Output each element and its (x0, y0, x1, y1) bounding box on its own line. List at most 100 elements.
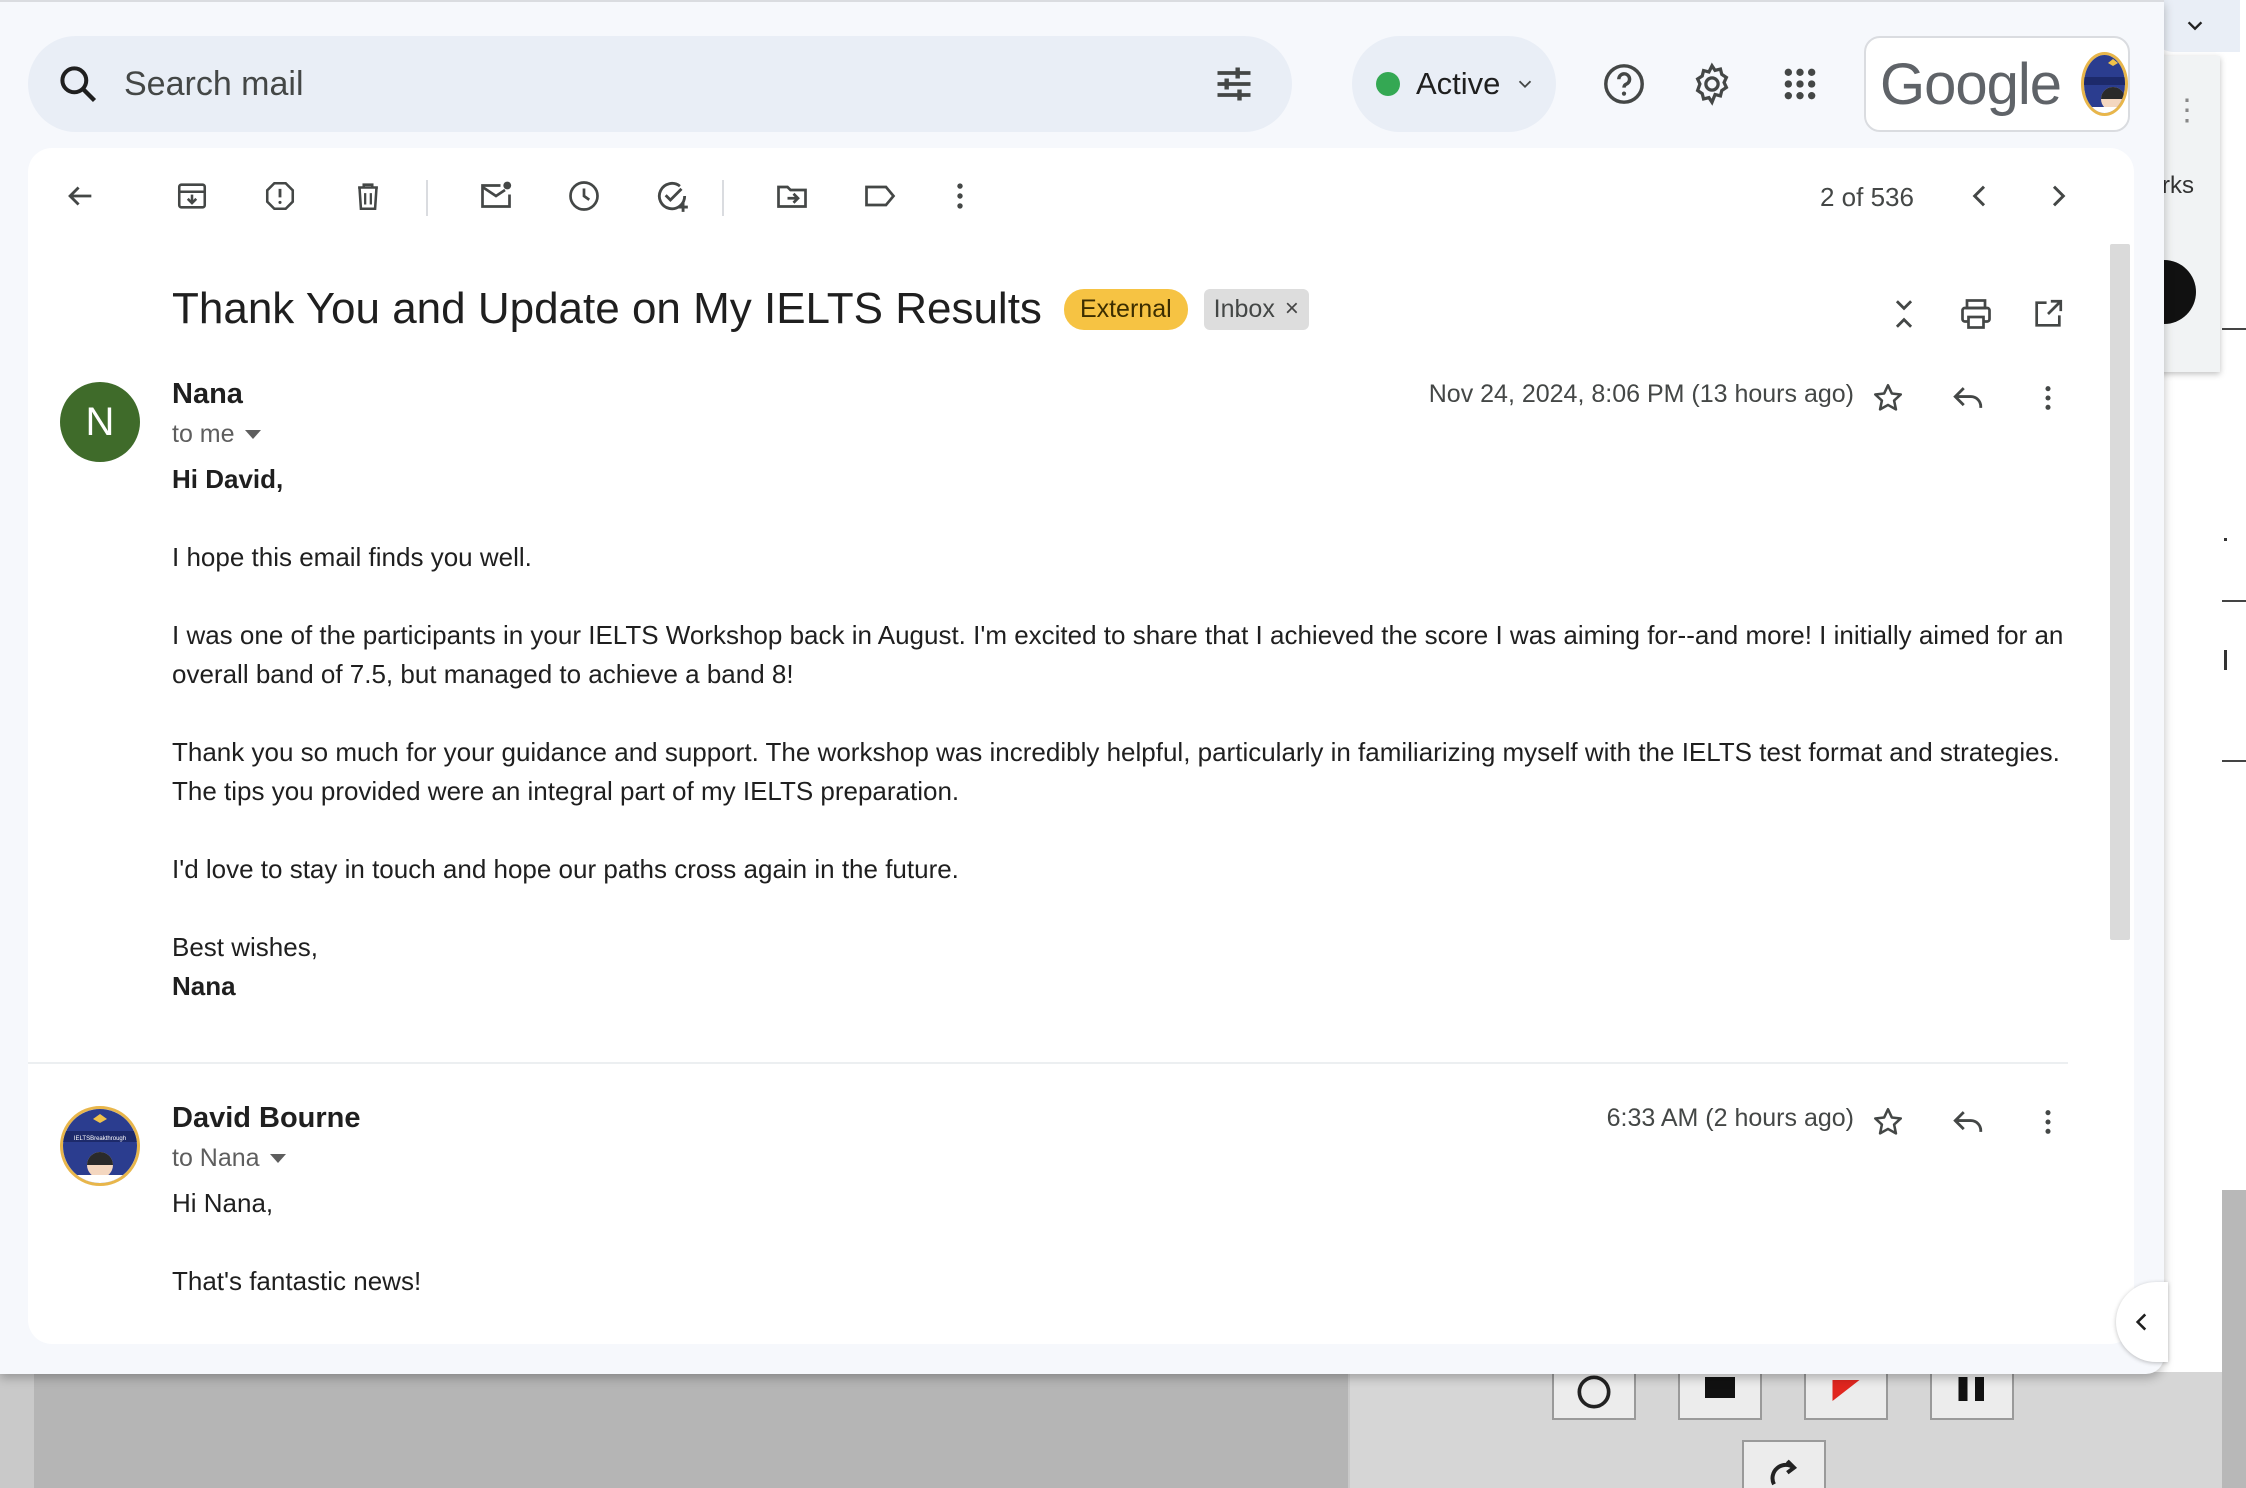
caret-down-icon[interactable] (269, 1154, 286, 1163)
message-divider (28, 1062, 2068, 1064)
body-paragraph: That's fantastic news! (172, 1266, 422, 1296)
chevron-down-icon (1519, 80, 1532, 89)
recipient-details[interactable]: to Nana (172, 1144, 286, 1173)
play-button[interactable] (1804, 1366, 1888, 1420)
collapse-all-button[interactable] (1878, 288, 1930, 340)
toolbar-divider (426, 180, 428, 216)
message-toolbar: 2 of 536 (28, 148, 2134, 244)
recipient-text: to Nana (172, 1144, 260, 1172)
pause-button[interactable] (1930, 1366, 2014, 1420)
move-to-button[interactable] (766, 170, 818, 222)
more-vert-icon (2045, 386, 2051, 410)
open-in-new-window-button[interactable] (2022, 288, 2074, 340)
recipient-details[interactable]: to me (172, 420, 261, 449)
sender-name[interactable]: Nana (172, 378, 243, 411)
greeting: Hi David, (172, 464, 284, 494)
message-more-button[interactable] (2022, 372, 2074, 424)
status-selector[interactable]: Active (1352, 36, 1556, 132)
add-task-icon (657, 181, 688, 212)
trash-icon (358, 183, 378, 211)
ielts-breakthrough-logo-icon: IELTSBreakthrough (63, 1109, 137, 1183)
back-arrow-icon (68, 186, 92, 206)
newer-button[interactable] (1954, 170, 2006, 222)
search-icon[interactable] (56, 62, 100, 106)
replay-10-icon (1577, 1375, 1611, 1409)
status-label: Active (1416, 66, 1501, 101)
status-dot (1376, 72, 1400, 96)
print-button[interactable] (1950, 288, 2002, 340)
mark-unread-icon (481, 181, 512, 208)
more-vert-icon (2045, 1110, 2051, 1134)
body-paragraph: I'd love to stay in touch and hope our p… (172, 854, 959, 884)
chevron-left-icon (2135, 1313, 2147, 1331)
search-input[interactable]: Search mail (124, 65, 1212, 104)
archive-button[interactable] (166, 170, 218, 222)
add-to-tasks-button[interactable] (646, 170, 698, 222)
move-to-folder-icon (777, 185, 807, 208)
sender-avatar[interactable]: N (60, 382, 140, 462)
star-icon (1873, 383, 1903, 411)
toolbar-divider (722, 180, 724, 216)
body-paragraph: Thank you so much for your guidance and … (172, 737, 2060, 806)
recipient-text: to me (172, 420, 235, 448)
forward-10-button[interactable] (1742, 1440, 1826, 1488)
reply-icon (1953, 1111, 1983, 1132)
sender-avatar[interactable]: IELTSBreakthrough (60, 1106, 140, 1186)
report-spam-button[interactable] (254, 170, 306, 222)
subject-row: Thank You and Update on My IELTS Results… (172, 284, 1309, 334)
pagination-count: 2 of 536 (1820, 182, 1914, 212)
background-video-area (34, 1372, 1348, 1488)
background-mark (2224, 538, 2227, 541)
forward-10-icon (1770, 1459, 1798, 1486)
close-icon[interactable]: × (1285, 295, 1299, 323)
google-apps-button[interactable] (1768, 52, 1832, 116)
search-options-icon[interactable] (1212, 62, 1256, 106)
delete-button[interactable] (342, 170, 394, 222)
star-icon (1873, 1107, 1903, 1135)
background-panel (2222, 1190, 2246, 1488)
mark-unread-button[interactable] (470, 170, 522, 222)
collapse-icon (1895, 300, 1913, 328)
more-options-button[interactable] (934, 170, 986, 222)
stop-button[interactable] (1678, 1366, 1762, 1420)
print-icon (1961, 299, 1991, 329)
sender-name[interactable]: David Bourne (172, 1102, 361, 1135)
pause-icon (1958, 1377, 1984, 1401)
google-logo: Google (1880, 51, 2062, 117)
message-view: 2 of 536 Thank You and Update on My IELT… (28, 148, 2134, 1344)
account-avatar[interactable] (2081, 52, 2128, 116)
back-button[interactable] (54, 170, 106, 222)
star-button[interactable] (1862, 372, 1914, 424)
settings-button[interactable] (1680, 52, 1744, 116)
scrollbar-thumb[interactable] (2110, 244, 2130, 940)
report-spam-icon (265, 181, 295, 211)
message-body: Hi David, I hope this email finds you we… (172, 460, 2082, 1006)
external-badge: External (1063, 288, 1188, 330)
help-button[interactable] (1592, 52, 1656, 116)
star-button[interactable] (1862, 1096, 1914, 1148)
replay-10-button[interactable] (1552, 1366, 1636, 1420)
signoff: Best wishes, (172, 932, 318, 962)
labels-button[interactable] (854, 170, 906, 222)
account-switcher[interactable]: Google (1864, 36, 2130, 132)
ielts-breakthrough-logo-icon (2084, 55, 2126, 113)
play-icon (1832, 1380, 1860, 1401)
label-chip-inbox[interactable]: Inbox × (1203, 288, 1309, 330)
label-icon (865, 185, 896, 207)
caret-down-icon[interactable] (244, 430, 261, 439)
reply-button[interactable] (1942, 1096, 1994, 1148)
snooze-button[interactable] (558, 170, 610, 222)
message-more-button[interactable] (2022, 1096, 2074, 1148)
snooze-clock-icon (569, 181, 599, 211)
reply-button[interactable] (1942, 372, 1994, 424)
body-paragraph: I hope this email finds you well. (172, 542, 532, 572)
signature: Nana (172, 971, 236, 1001)
older-button[interactable] (2032, 170, 2084, 222)
background-more-icon[interactable]: ⋮ (2172, 96, 2202, 126)
body-paragraph: I was one of the participants in your IE… (172, 620, 2064, 689)
help-icon (1604, 64, 1644, 104)
chevron-left-icon (1972, 185, 1986, 207)
chevron-right-icon (2052, 185, 2066, 207)
search-bar[interactable]: Search mail (28, 36, 1292, 132)
message-body: Hi Nana, That's fantastic news! (172, 1184, 2082, 1340)
